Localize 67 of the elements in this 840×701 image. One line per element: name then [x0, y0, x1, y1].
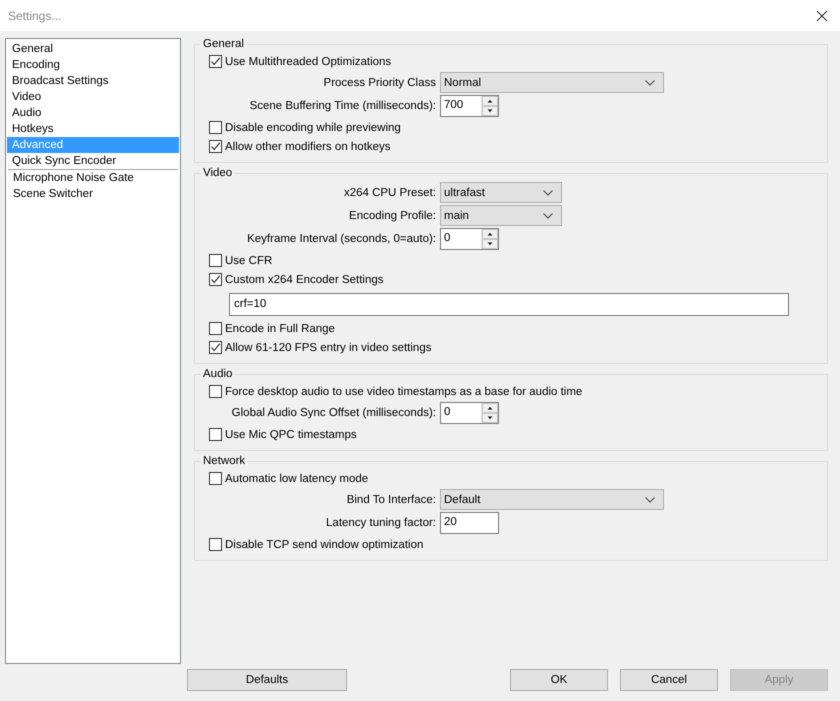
checkbox[interactable] [209, 341, 222, 354]
defaults-button[interactable]: Defaults [187, 669, 347, 691]
checkbox-label[interactable]: Custom x264 Encoder Settings [225, 274, 384, 286]
input-field[interactable]: 20 [440, 512, 499, 534]
checkbox-label[interactable]: Allow 61-120 FPS entry in video settings [225, 342, 432, 354]
spin-down-icon[interactable] [482, 239, 498, 249]
category-item[interactable]: Broadcast Settings [7, 73, 179, 89]
spin-box[interactable]: 0 [440, 228, 499, 250]
checkbox[interactable] [209, 273, 222, 286]
spin-box[interactable]: 0 [440, 402, 499, 424]
spin-down-icon[interactable] [482, 106, 498, 116]
dialog-button[interactable]: Cancel [620, 669, 718, 691]
spin-box[interactable]: 700 [440, 95, 499, 117]
category-item[interactable]: General [7, 41, 179, 57]
checkbox[interactable] [209, 472, 222, 485]
field-label: Process Priority Class [322, 76, 437, 88]
field-label: Bind To Interface: [346, 494, 437, 506]
window-title: Settings... [8, 8, 62, 22]
category-item[interactable]: Quick Sync Encoder [7, 153, 179, 169]
category-item[interactable]: Video [7, 89, 179, 105]
checkbox-label[interactable]: Use Multithreaded Optimizations [225, 56, 392, 68]
dialog-button[interactable]: OK [510, 669, 608, 691]
category-item[interactable]: Encoding [7, 57, 179, 73]
checkbox[interactable] [209, 385, 222, 398]
close-icon[interactable] [816, 10, 828, 22]
spin-up-icon[interactable] [482, 229, 498, 239]
field-label: Encoding Profile: [348, 210, 437, 222]
category-item[interactable]: Scene Switcher [8, 186, 178, 202]
checkbox[interactable] [209, 428, 222, 441]
field-label: Scene Buffering Time (milliseconds): [248, 100, 437, 112]
checkbox-label[interactable]: Use CFR [225, 254, 272, 266]
category-item[interactable]: Hotkeys [7, 121, 179, 137]
chevron-down-icon [645, 496, 655, 502]
spin-up-icon[interactable] [482, 403, 498, 413]
group-title: Video [202, 167, 234, 179]
spin-up-icon[interactable] [482, 96, 498, 106]
field-label: Keyframe Interval (seconds, 0=auto): [246, 233, 437, 245]
dropdown[interactable]: Default [440, 489, 664, 510]
checkbox[interactable] [209, 254, 222, 267]
category-item[interactable]: Microphone Noise Gate [8, 170, 178, 186]
checkbox-label[interactable]: Disable TCP send window optimization [225, 538, 424, 550]
dropdown[interactable]: ultrafast [440, 182, 562, 203]
field-label: Latency tuning factor: [325, 517, 437, 529]
spin-down-icon[interactable] [482, 413, 498, 423]
chevron-down-icon [543, 190, 553, 196]
group-title: General [202, 38, 245, 50]
chevron-down-icon [645, 80, 655, 86]
field-label: x264 CPU Preset: [342, 186, 437, 198]
checkbox-label[interactable]: Disable encoding while previewing [225, 122, 401, 134]
checkbox-label[interactable]: Allow other modifiers on hotkeys [225, 140, 391, 152]
checkbox-label[interactable]: Automatic low latency mode [225, 472, 368, 484]
checkbox[interactable] [209, 55, 222, 68]
group-title: Audio [202, 368, 234, 380]
category-item[interactable]: Audio [7, 105, 179, 121]
group-title: Network [202, 455, 246, 467]
checkbox-label[interactable]: Encode in Full Range [225, 322, 335, 334]
checkbox[interactable] [209, 322, 222, 335]
checkbox[interactable] [209, 538, 222, 551]
checkbox-label[interactable]: Use Mic QPC timestamps [225, 428, 357, 440]
dropdown[interactable]: main [440, 205, 562, 226]
checkbox-label[interactable]: Force desktop audio to use video timestamps as a base for audio time [225, 386, 582, 398]
input-field[interactable]: crf=10 [229, 292, 789, 316]
dropdown[interactable]: Normal [440, 72, 664, 93]
checkbox[interactable] [209, 140, 222, 153]
field-label: Global Audio Sync Offset (milliseconds): [230, 407, 437, 419]
chevron-down-icon [543, 212, 553, 218]
checkbox[interactable] [209, 121, 222, 134]
